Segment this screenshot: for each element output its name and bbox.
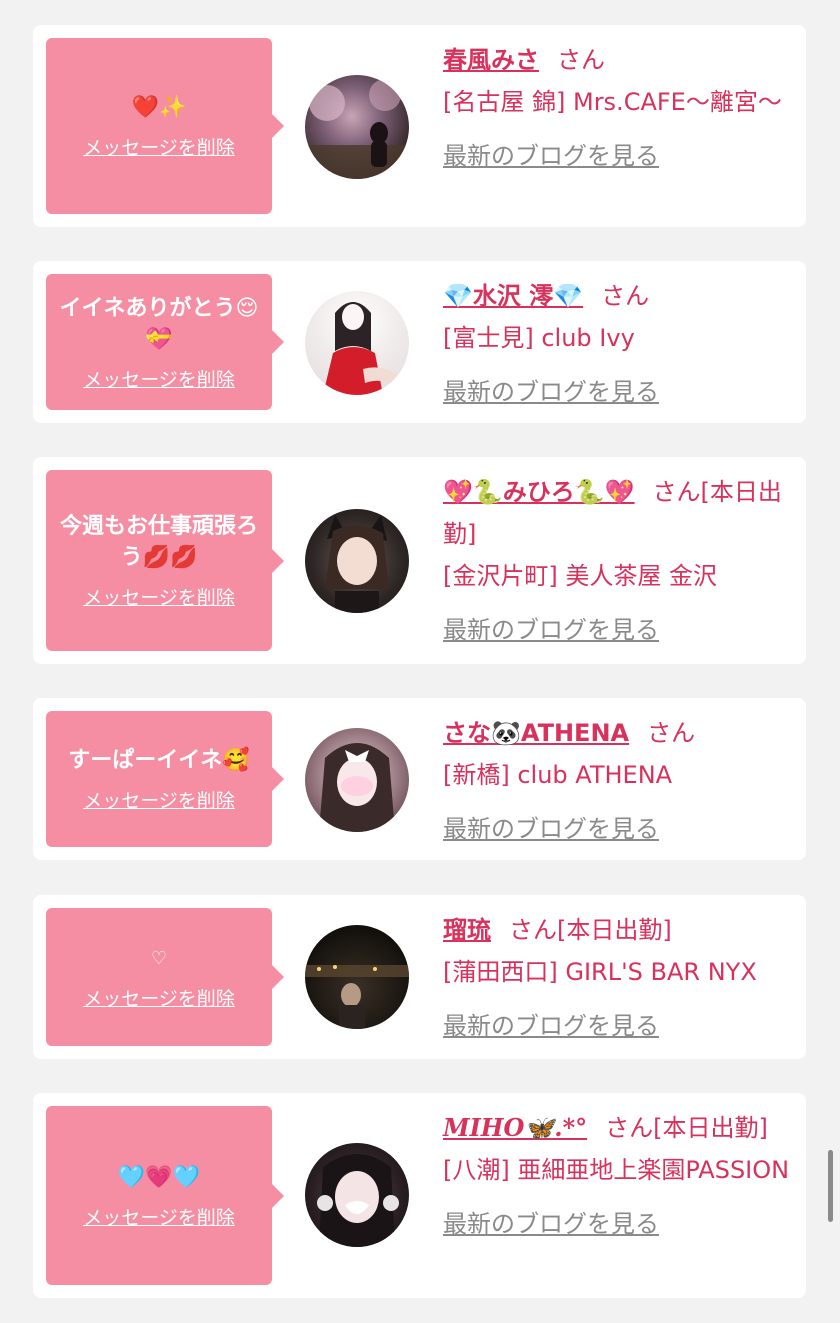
message-bubble: 🩵💗🩵 メッセージを削除 [46, 1106, 284, 1285]
delete-message-link[interactable]: メッセージを削除 [83, 786, 235, 813]
cast-info: 💖🐍みひろ🐍💖 さん[本日出勤] [金沢片町] 美人茶屋 金沢 最新のブログを見る [443, 471, 790, 651]
avatar-night-street-photo [305, 965, 409, 1029]
cast-info: さな🐼ATHENA さん [新橋] club ATHENA 最新のブログを見る [443, 712, 790, 850]
message-bubble: ❤️✨ メッセージを削除 [46, 38, 284, 214]
message-text: イイネありがとう😌💝 [59, 295, 259, 352]
delete-message-link[interactable]: メッセージを削除 [83, 984, 235, 1011]
shop-label: [新橋] club ATHENA [443, 761, 673, 789]
cast-name-link[interactable]: 春風みさ [443, 46, 539, 74]
shop-label: [八潮] 亜細亜地上楽園PASSION [443, 1156, 790, 1184]
latest-blog-link[interactable]: 最新のブログを見る [443, 1203, 659, 1245]
message-text: 🩵💗🩵 [117, 1164, 201, 1190]
message-bubble: イイネありがとう😌💝 メッセージを削除 [46, 274, 284, 410]
avatar[interactable] [305, 925, 409, 1029]
status-badge: [本日出勤] [653, 1114, 768, 1142]
message-card: 今週もお仕事頑張ろう💋💋 メッセージを削除 💖🐍みひろ🐍💖 さん[本日出勤] [金… [33, 457, 806, 664]
shop-label: [富士見] club Ivy [443, 324, 635, 352]
avatar-red-dress-photo [323, 301, 401, 395]
cast-name-link[interactable]: さな🐼ATHENA [443, 719, 629, 747]
message-bubble: 今週もお仕事頑張ろう💋💋 メッセージを削除 [46, 470, 284, 651]
message-text: すーぱーイイネ🥰 [68, 748, 250, 773]
avatar-cherry-blossom-photo [305, 79, 409, 179]
cast-info: 春風みさ さん [名古屋 錦] Mrs.CAFE～離宮～ 最新のブログを見る [443, 39, 790, 177]
message-card: すーぱーイイネ🥰 メッセージを削除 さな🐼ATHENA さん [新橋] club … [33, 698, 806, 860]
latest-blog-link[interactable]: 最新のブログを見る [443, 1005, 659, 1047]
avatar-hair-ribbon-photo [319, 743, 395, 832]
cast-name-link[interactable]: 💎水沢 澪💎 [443, 282, 583, 310]
message-text: ❤️✨ [131, 95, 187, 120]
message-bubble: ♡ メッセージを削除 [46, 908, 284, 1046]
honorific: さん [647, 719, 696, 747]
latest-blog-link[interactable]: 最新のブログを見る [443, 808, 659, 850]
delete-message-link[interactable]: メッセージを削除 [83, 583, 235, 610]
cast-info: 瑠琉 さん[本日出勤] [蒲田西口] GIRL'S BAR NYX 最新のブログを… [443, 909, 790, 1047]
cast-info: MIHO🦋.*° さん[本日出勤] [八潮] 亜細亜地上楽園PASSION 最新の… [443, 1107, 790, 1245]
message-card: イイネありがとう😌💝 メッセージを削除 💎水沢 澪💎 さん [富士見] club … [33, 261, 806, 423]
shop-label: [蒲田西口] GIRL'S BAR NYX [443, 958, 757, 986]
message-card: ♡ メッセージを削除 瑠琉 さん[本日出勤] [蒲田西口] GIRL'S BAR … [33, 895, 806, 1059]
honorific: さん [509, 916, 557, 944]
honorific: さん [652, 478, 701, 506]
cast-name-link[interactable]: 瑠琉 [443, 916, 491, 944]
scrollbar[interactable] [828, 1150, 833, 1222]
latest-blog-link[interactable]: 最新のブログを見る [443, 371, 659, 413]
message-text: 今週もお仕事頑張ろう💋💋 [59, 514, 258, 570]
avatar-selfie-photo [317, 1154, 399, 1247]
shop-label: [金沢片町] 美人茶屋 金沢 [443, 562, 717, 590]
honorific: さん [605, 1114, 654, 1142]
cast-info: 💎水沢 澪💎 さん [富士見] club Ivy 最新のブログを見る [443, 275, 790, 413]
avatar[interactable] [305, 75, 409, 179]
honorific: さん [557, 46, 605, 74]
message-text: ♡ [150, 948, 168, 969]
latest-blog-link[interactable]: 最新のブログを見る [443, 609, 659, 651]
message-bubble: すーぱーイイネ🥰 メッセージを削除 [46, 711, 284, 847]
cast-name-link[interactable]: MIHO🦋.*° [443, 1113, 587, 1142]
honorific: さん [601, 282, 650, 310]
avatar-cat-ears-photo [325, 515, 389, 613]
avatar[interactable] [305, 291, 409, 395]
cast-name-link[interactable]: 💖🐍みひろ🐍💖 [443, 478, 635, 506]
status-badge: [本日出勤] [557, 916, 672, 944]
message-card: 🩵💗🩵 メッセージを削除 MIHO🦋.*° さん[本日出勤] [八潮] 亜細亜地上… [33, 1093, 806, 1298]
message-card: ❤️✨ メッセージを削除 春風みさ さん [名古屋 錦] Mrs.CAFE～離宮～… [33, 25, 806, 227]
delete-message-link[interactable]: メッセージを削除 [83, 1203, 235, 1230]
latest-blog-link[interactable]: 最新のブログを見る [443, 135, 659, 177]
avatar[interactable] [305, 728, 409, 832]
shop-label: [名古屋 錦] Mrs.CAFE～離宮～ [443, 88, 782, 116]
avatar[interactable] [305, 509, 409, 613]
delete-message-link[interactable]: メッセージを削除 [83, 133, 235, 160]
message-list: ❤️✨ メッセージを削除 春風みさ さん [名古屋 錦] Mrs.CAFE～離宮～… [0, 0, 840, 1323]
avatar[interactable] [305, 1143, 409, 1247]
delete-message-link[interactable]: メッセージを削除 [83, 365, 235, 392]
